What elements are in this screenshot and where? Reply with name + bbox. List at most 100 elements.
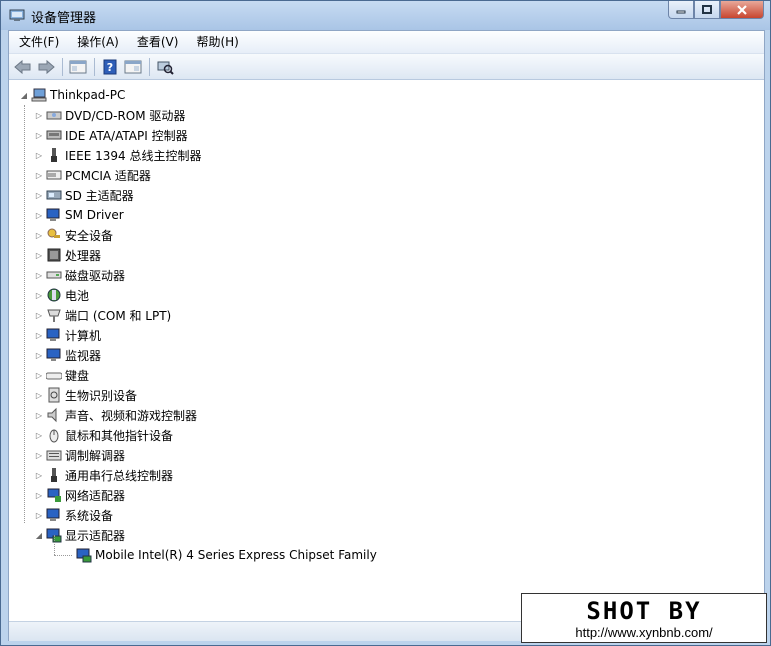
category-label: 电池 <box>65 288 90 303</box>
menu-file[interactable]: 文件(F) <box>9 31 67 53</box>
expand-arrow-icon[interactable]: ▷ <box>34 451 44 460</box>
view-icon <box>124 60 142 73</box>
category-label: 生物识别设备 <box>65 388 138 403</box>
svg-text:?: ? <box>107 61 113 74</box>
watermark-url: http://www.xynbnb.com/ <box>575 625 713 640</box>
port-icon <box>47 309 61 322</box>
expand-arrow-icon[interactable]: ▷ <box>34 271 44 280</box>
expand-arrow-icon[interactable]: ▷ <box>34 191 44 200</box>
biometric-icon <box>48 387 60 403</box>
tree-connector <box>24 105 25 523</box>
tree-category[interactable]: ▷ 鼠标和其他指针设备 <box>34 425 173 445</box>
expand-arrow-icon[interactable]: ▷ <box>34 231 44 240</box>
tree-category[interactable]: ▷ 调制解调器 <box>34 445 125 465</box>
category-label: 安全设备 <box>65 228 114 243</box>
security-device-icon <box>47 228 60 238</box>
tree-category[interactable]: ▷ 电池 <box>34 285 89 305</box>
back-button[interactable] <box>12 56 34 78</box>
tree-category[interactable]: ◢ 显示适配器 <box>34 525 125 545</box>
scan-hardware-button[interactable] <box>154 56 176 78</box>
expand-arrow-icon[interactable]: ▷ <box>34 251 44 260</box>
expand-arrow-icon[interactable]: ▷ <box>34 111 44 120</box>
tree-category[interactable]: ▷ 键盘 <box>34 365 89 385</box>
expand-arrow-icon[interactable]: ▷ <box>34 151 44 160</box>
tree-category[interactable]: ▷ 声音、视频和游戏控制器 <box>34 405 197 425</box>
tree-category[interactable]: ▷ SD 主适配器 <box>34 185 134 205</box>
tree-category[interactable]: ▷ 安全设备 <box>34 225 113 245</box>
help-button[interactable]: ? <box>99 56 121 78</box>
menu-bar: 文件(F) 操作(A) 查看(V) 帮助(H) <box>9 31 764 54</box>
tree-category[interactable]: ▷ IEEE 1394 总线主控制器 <box>34 145 201 165</box>
category-label: 键盘 <box>65 368 90 383</box>
category-label: 磁盘驱动器 <box>65 268 126 283</box>
pcmcia-icon <box>46 170 62 180</box>
expand-arrow-icon[interactable]: ▷ <box>34 511 44 520</box>
usb-icon <box>51 468 57 482</box>
expand-arrow-icon[interactable]: ▷ <box>34 171 44 180</box>
sound-icon <box>47 407 57 423</box>
forward-button[interactable] <box>35 56 57 78</box>
tree-root[interactable]: ◢ Thinkpad-PC <box>19 85 125 105</box>
expand-arrow-icon[interactable]: ▷ <box>34 411 44 420</box>
show-hide-tree-button[interactable] <box>67 56 89 78</box>
expand-arrow-icon[interactable]: ▷ <box>34 431 44 440</box>
battery-icon <box>47 288 61 302</box>
tree-category[interactable]: ▷ 监视器 <box>34 345 101 365</box>
tree-category[interactable]: ▷ 端口 (COM 和 LPT) <box>34 305 171 325</box>
collapse-arrow-icon[interactable]: ◢ <box>34 531 44 540</box>
menu-action[interactable]: 操作(A) <box>67 31 127 53</box>
expand-arrow-icon[interactable]: ▷ <box>34 311 44 320</box>
category-label: 声音、视频和游戏控制器 <box>65 408 198 423</box>
menu-view[interactable]: 查看(V) <box>127 31 187 53</box>
tree-category[interactable]: ▷ 磁盘驱动器 <box>34 265 125 285</box>
expand-arrow-icon[interactable]: ▷ <box>34 211 44 220</box>
computer-icon <box>31 88 47 102</box>
tree-category[interactable]: ▷ 生物识别设备 <box>34 385 137 405</box>
title-bar[interactable]: 设备管理器 <box>1 1 770 30</box>
expand-arrow-icon[interactable]: ▷ <box>34 131 44 140</box>
expand-arrow-icon[interactable]: ▷ <box>34 351 44 360</box>
expand-arrow-icon[interactable]: ▷ <box>34 491 44 500</box>
toolbar-separator <box>149 57 150 76</box>
computer-name: Thinkpad-PC <box>50 88 126 102</box>
tree-category[interactable]: ▷ IDE ATA/ATAPI 控制器 <box>34 125 188 145</box>
modem-icon <box>46 450 62 461</box>
menu-help[interactable]: 帮助(H) <box>186 31 246 53</box>
forward-icon <box>38 59 55 74</box>
expand-arrow-icon[interactable]: ▷ <box>34 471 44 480</box>
category-label: DVD/CD-ROM 驱动器 <box>65 108 186 123</box>
tree-category[interactable]: ▷ PCMCIA 适配器 <box>34 165 151 185</box>
close-button[interactable] <box>720 1 764 19</box>
tree-category[interactable]: ▷ 处理器 <box>34 245 101 265</box>
tree-category[interactable]: ▷ 通用串行总线控制器 <box>34 465 173 485</box>
watermark: SHOT BY http://www.xynbnb.com/ <box>521 593 767 643</box>
expand-arrow-icon[interactable]: ▷ <box>34 291 44 300</box>
category-label: 网络适配器 <box>65 488 126 503</box>
category-label: 显示适配器 <box>65 528 126 543</box>
system-device-icon <box>46 508 60 521</box>
device-tree[interactable]: ◢ Thinkpad-PC ▷ DVD/CD-ROM 驱动器 ▷ IDE ATA/AT… <box>9 81 764 621</box>
maximize-button[interactable] <box>694 1 720 19</box>
tree-category[interactable]: ▷ 系统设备 <box>34 505 113 525</box>
close-icon <box>737 4 747 15</box>
toolbar-separator <box>62 57 63 76</box>
tree-category[interactable]: ▷ DVD/CD-ROM 驱动器 <box>34 105 186 125</box>
tree-device-display-adapter[interactable]: Mobile Intel(R) 4 Series Express Chipset… <box>74 545 377 565</box>
tree-category[interactable]: ▷ 网络适配器 <box>34 485 125 505</box>
category-label: 端口 (COM 和 LPT) <box>65 308 172 323</box>
view-properties-button[interactable] <box>122 56 144 78</box>
device-name: Mobile Intel(R) 4 Series Express Chipset… <box>95 548 377 562</box>
collapse-arrow-icon[interactable]: ◢ <box>19 91 29 100</box>
category-label: 鼠标和其他指针设备 <box>65 428 174 443</box>
tree-connector <box>54 555 72 556</box>
category-label: IEEE 1394 总线主控制器 <box>65 148 202 163</box>
help-icon: ? <box>103 59 117 74</box>
category-label: 系统设备 <box>65 508 114 523</box>
toolbar: ? <box>9 54 764 80</box>
expand-arrow-icon[interactable]: ▷ <box>34 391 44 400</box>
tree-category[interactable]: ▷ SM Driver <box>34 205 124 225</box>
expand-arrow-icon[interactable]: ▷ <box>34 371 44 380</box>
expand-arrow-icon[interactable]: ▷ <box>34 331 44 340</box>
tree-category[interactable]: ▷ 计算机 <box>34 325 101 345</box>
minimize-button[interactable] <box>668 1 694 19</box>
